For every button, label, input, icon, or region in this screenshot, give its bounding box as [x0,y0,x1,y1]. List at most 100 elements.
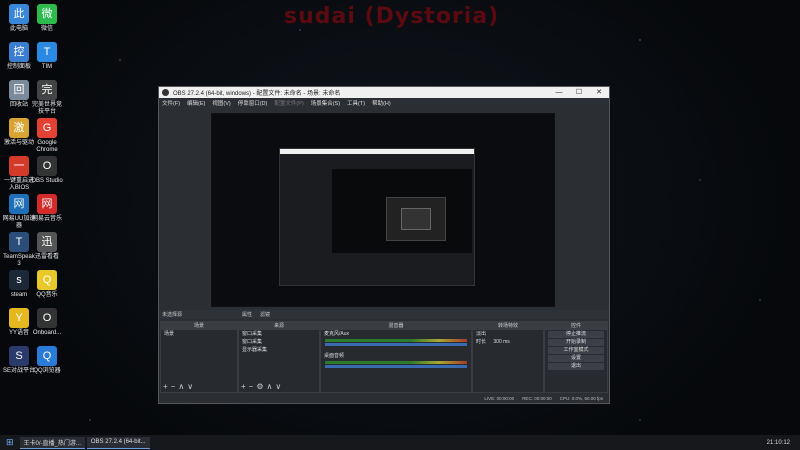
transition-select[interactable]: 淡出 [473,330,543,338]
desktop-icon[interactable]: 完完美世界竞技平台 [30,80,64,116]
obs-window[interactable]: OBS 27.2.4 (64-bit, windows) - 配置文件: 未命名… [158,86,610,404]
qqbrowser-icon: Q [37,346,57,366]
xunlei-icon: 迅 [37,232,57,252]
desktop-icon[interactable]: Q QQ音乐 [30,270,64,299]
teamspeak-icon: T [9,232,29,252]
exit-button[interactable]: 退出 [548,363,604,370]
perfect-world-icon: 完 [37,80,57,100]
desktop-icon[interactable]: O Onboard... [30,308,64,337]
desktop-icon-label: 微信 [40,26,53,32]
scenes-panel: 场景 场景 +−∧∨ [160,321,238,393]
qqmusic-icon: Q [37,270,57,290]
menu-view[interactable]: 视图(V) [212,99,230,107]
desktop-icon-label: QQ浏览器 [33,368,61,374]
desktop-icon[interactable]: 迅迅雷看看 [30,232,64,261]
controls-title: 控件 [545,322,607,330]
source-item[interactable]: 显示器采集 [239,346,319,354]
controls-panel: 控件 停止推流 开始录制 工作室模式 设置 退出 [544,321,608,393]
scenes-title: 场景 [161,322,237,330]
live-status: LIVE: 00:00:00 [484,396,515,401]
desktop-icon[interactable]: Q QQ浏览器 [30,346,64,375]
rec-status: REC: 00:00:00 [522,396,552,401]
menu-edit[interactable]: 编辑(E) [187,99,205,107]
transitions-title: 转场特效 [473,322,543,330]
scene-controls[interactable]: +−∧∨ [163,382,196,391]
obs-icon: O [37,156,57,176]
source-controls[interactable]: +−⚙∧∨ [241,382,284,391]
onboard-icon: O [37,308,57,328]
source-item[interactable]: 窗口采集 [239,330,319,338]
mic-volume-slider[interactable] [325,343,467,346]
recycle-bin-icon: 回 [9,80,29,100]
menu-file[interactable]: 文件(F) [162,99,180,107]
source-toolbar: 未选择源 属性 滤镜 [159,310,609,319]
filters-button[interactable]: 滤镜 [260,311,270,318]
wechat-icon: 微 [37,4,57,24]
mic-track-name: 麦克风/Aux [324,331,350,337]
menu-docks[interactable]: 停靠窗口(D) [238,99,268,107]
control-panel-icon: 控 [9,42,29,62]
menu-tools[interactable]: 工具(T) [347,99,365,107]
uu-icon: 网 [9,194,29,214]
stop-streaming-button[interactable]: 停止推流 [548,331,604,338]
obs-preview[interactable] [211,113,555,307]
obs-titlebar[interactable]: OBS 27.2.4 (64-bit, windows) - 配置文件: 未命名… [159,87,609,98]
computer-icon: 此 [9,4,29,24]
chrome-icon: G [37,118,57,138]
properties-button[interactable]: 属性 [242,311,252,318]
folder-icon: 激 [9,118,29,138]
taskbar-item-label: 王卡0/-直播_热门游... [23,440,81,447]
desktop-icon-label: OBS Studio [31,178,63,184]
netease-music-icon: 网 [37,194,57,214]
desktop-track-name: 桌面音频 [324,353,345,359]
desktop-meter [325,361,467,364]
obs-menubar: 文件(F) 编辑(E) 视图(V) 停靠窗口(D) 配置文件(P) 场景集合(S… [159,98,609,108]
scene-item[interactable]: 场景 [161,330,237,338]
minimize-icon[interactable]: — [549,87,569,98]
obs-statusbar: LIVE: 00:00:00 REC: 00:00:00 CPU: 0.0%, … [159,394,609,403]
menu-help[interactable]: 帮助(H) [372,99,391,107]
cpu-status: CPU: 0.0%, 60.00 fps [559,396,603,401]
desktop-icon-label: QQ音乐 [36,292,58,298]
nested-preview [279,148,475,286]
start-icon[interactable]: ⊞ [6,437,14,448]
obs-logo-icon [162,89,169,96]
mixer-title: 混音器 [321,322,471,330]
taskbar-item-label: OBS 27.2.4 (64-bit... [90,439,146,445]
no-source-label: 未选择源 [162,312,183,318]
settings-button[interactable]: 设置 [548,355,604,362]
close-icon[interactable]: ✕ [589,87,609,98]
studio-mode-button[interactable]: 工作室模式 [548,347,604,354]
tim-icon: T [37,42,57,62]
desktop-icon-label: 完美世界竞技平台 [31,102,62,115]
taskbar-item-obs[interactable]: OBS 27.2.4 (64-bit... [86,436,150,449]
desktop-icon[interactable]: T TIM [30,42,64,71]
desktop-icon[interactable]: 微微信 [30,4,64,33]
menu-profile[interactable]: 配置文件(P) [274,99,303,107]
source-item[interactable]: 窗口采集 [239,338,319,346]
duration-input[interactable]: 300 ms [493,339,509,345]
sources-panel: 来源 窗口采集 窗口采集 显示器采集 +−⚙∧∨ [238,321,320,393]
yy-icon: Y [9,308,29,328]
mic-meter [325,339,467,342]
se-icon: S [9,346,29,366]
start-recording-button[interactable]: 开始录制 [548,339,604,346]
taskbar-clock[interactable]: 21:10:12 [767,440,790,446]
mixer-panel: 混音器 麦克风/Aux 桌面音频 [320,321,472,393]
desktop-icon-label: TIM [41,64,53,70]
sources-title: 来源 [239,322,319,330]
desktop-icon[interactable]: O OBS Studio [30,156,64,185]
desktop-icon-label: 网易云音乐 [31,216,62,222]
transitions-panel: 转场特效 淡出 时长 300 ms [472,321,544,393]
steam-icon: s [9,270,29,290]
desktop-volume-slider[interactable] [325,365,467,368]
maximize-icon[interactable]: ☐ [569,87,589,98]
bios-icon: 一 [9,156,29,176]
duration-label: 时长 [476,339,487,345]
taskbar: ⊞ 王卡0/-直播_热门游... OBS 27.2.4 (64-bit... 2… [0,435,800,450]
taskbar-item-browser[interactable]: 王卡0/-直播_热门游... [19,436,85,449]
desktop-icon[interactable]: 网网易云音乐 [30,194,64,223]
desktop-icon[interactable]: G Google Chrome [30,118,64,154]
menu-scene-collection[interactable]: 场景集合(S) [311,99,340,107]
desktop-icon-label: Google Chrome [36,140,58,153]
